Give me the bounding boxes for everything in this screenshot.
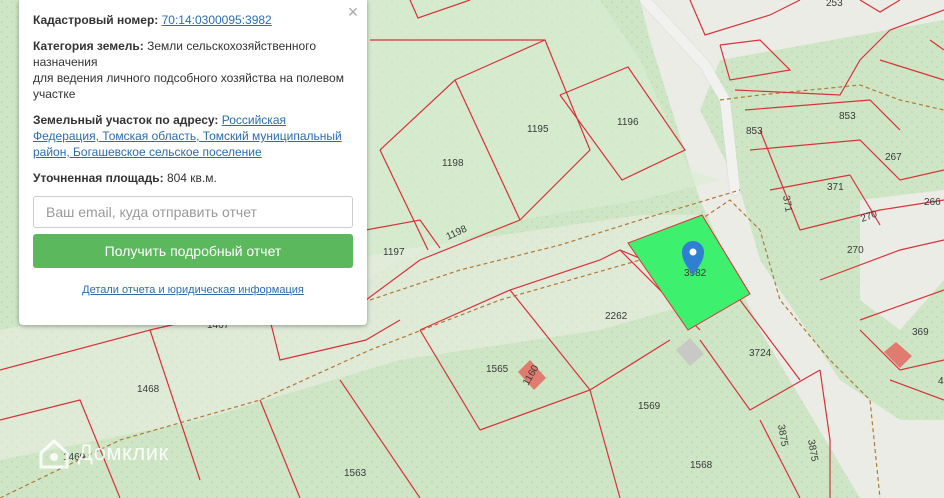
parcel-number-label: 853 (839, 111, 856, 122)
close-icon[interactable]: × (345, 3, 361, 21)
parcel-number-label: 853 (746, 126, 763, 137)
report-details-link[interactable]: Детали отчета и юридическая информация (33, 282, 353, 298)
cadastral-number-link[interactable]: 70:14:0300095:3982 (162, 13, 272, 27)
parcel-number-label: 1196 (617, 117, 639, 128)
land-category-row: Категория земель: Земли сельскохозяйстве… (33, 38, 353, 102)
domclick-watermark: Домклик (78, 440, 169, 465)
parcel-number-label: 1468 (137, 384, 160, 395)
parcel-number-label: 267 (885, 152, 902, 163)
parcel-number-label: 1565 (486, 364, 509, 375)
land-purpose-value: для ведения личного подсобного хозяйства… (33, 71, 344, 101)
parcel-number-label: 1569 (638, 401, 661, 412)
land-category-label: Категория земель: (33, 39, 144, 53)
cadastral-number-row: Кадастровый номер: 70:14:0300095:3982 (33, 12, 353, 28)
get-report-button[interactable]: Получить подробный отчет (33, 234, 353, 268)
parcel-number-label: 369 (912, 327, 929, 338)
parcel-number-label: 253 (826, 0, 843, 9)
area-row: Уточненная площадь: 804 кв.м. (33, 170, 353, 186)
parcel-number-label: 3724 (749, 348, 772, 359)
parcel-number-label: 1197 (383, 247, 405, 258)
domclick-logo-icon (39, 438, 69, 469)
parcel-number-label: 2262 (605, 311, 628, 322)
parcel-number-label: 266 (924, 197, 941, 208)
parcel-number-label: 1568 (690, 460, 713, 471)
parcel-number-label: 1198 (442, 158, 464, 169)
parcel-number-label: 371 (827, 182, 844, 193)
parcel-number-label: 270 (847, 245, 864, 256)
address-row: Земельный участок по адресу: Российская … (33, 112, 353, 160)
cadastral-number-label: Кадастровый номер: (33, 13, 159, 27)
address-label: Земельный участок по адресу: (33, 113, 219, 127)
parcel-number-label: 46 (938, 376, 944, 387)
area-value: 804 кв.м. (166, 171, 217, 185)
parcel-number-label: 1195 (527, 124, 549, 135)
parcel-info-popup: × Кадастровый номер: 70:14:0300095:3982 … (19, 0, 367, 325)
email-input[interactable] (33, 196, 353, 228)
area-label: Уточненная площадь: (33, 171, 164, 185)
parcel-number-label: 1563 (344, 468, 367, 479)
